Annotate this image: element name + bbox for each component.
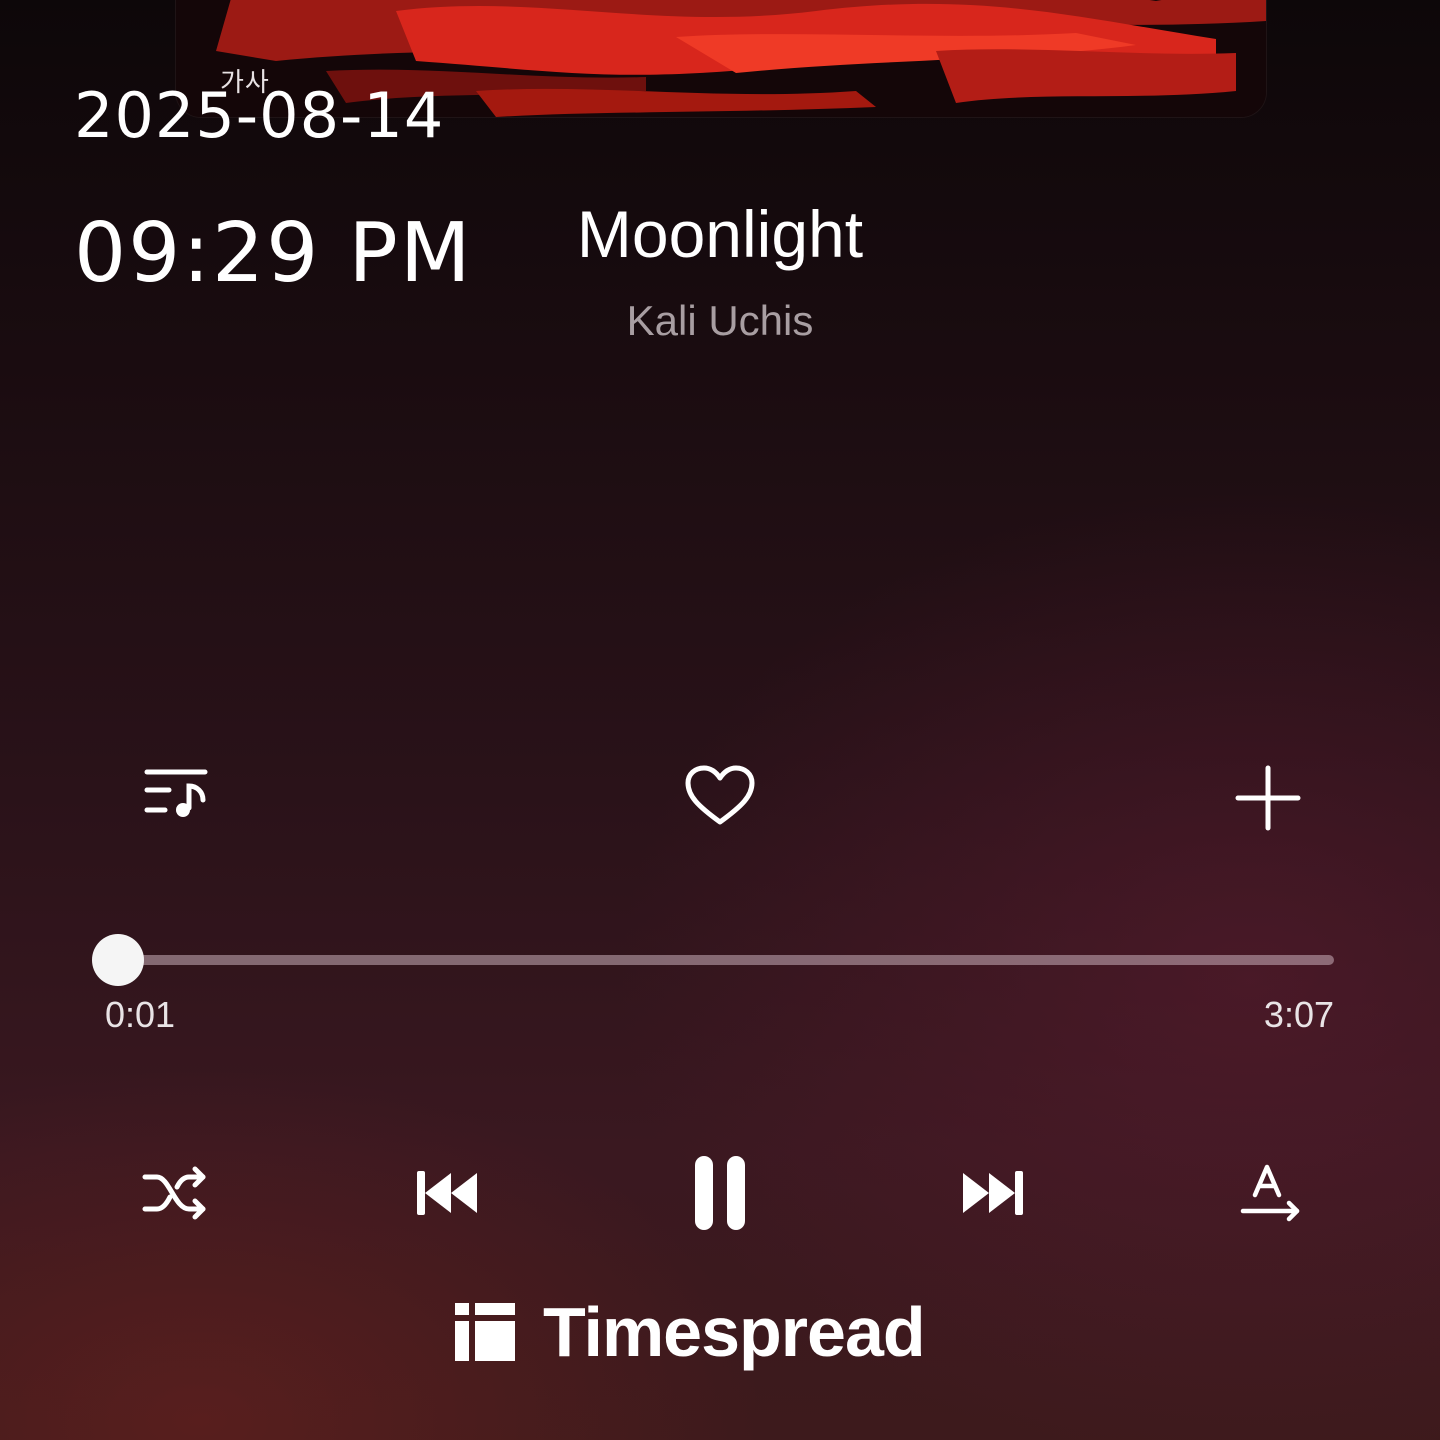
pause-icon	[695, 1156, 745, 1230]
seek-track	[112, 955, 1334, 965]
brand-watermark: Timespread	[455, 1293, 926, 1371]
elapsed-time: 0:01	[105, 994, 176, 1035]
translate-button[interactable]	[1230, 1158, 1310, 1228]
plus-icon	[1235, 765, 1301, 831]
add-to-playlist-button[interactable]	[1228, 760, 1308, 836]
previous-button[interactable]	[406, 1160, 486, 1226]
shuffle-icon	[142, 1166, 206, 1220]
overlay-time: 09:29 PM	[74, 206, 473, 301]
pause-button[interactable]	[680, 1150, 760, 1236]
queue-button[interactable]	[134, 760, 214, 832]
total-duration: 3:07	[1263, 994, 1334, 1035]
shuffle-button[interactable]	[136, 1158, 212, 1228]
brand-name: Timespread	[543, 1293, 926, 1371]
song-artist[interactable]: Kali Uchis	[470, 296, 970, 346]
timespread-logo-icon	[455, 1303, 515, 1361]
like-button[interactable]	[680, 760, 760, 832]
playlist-music-icon	[144, 769, 208, 817]
seek-thumb[interactable]	[92, 934, 145, 986]
overlay-date: 2025-08-14	[74, 79, 445, 152]
translate-icon	[1240, 1164, 1300, 1222]
song-title: Moonlight	[576, 197, 864, 271]
heart-outline-icon	[685, 765, 755, 825]
skip-previous-icon	[417, 1171, 477, 1215]
next-button[interactable]	[954, 1160, 1034, 1226]
skip-next-icon	[963, 1171, 1023, 1215]
seek-bar[interactable]	[88, 934, 1338, 986]
